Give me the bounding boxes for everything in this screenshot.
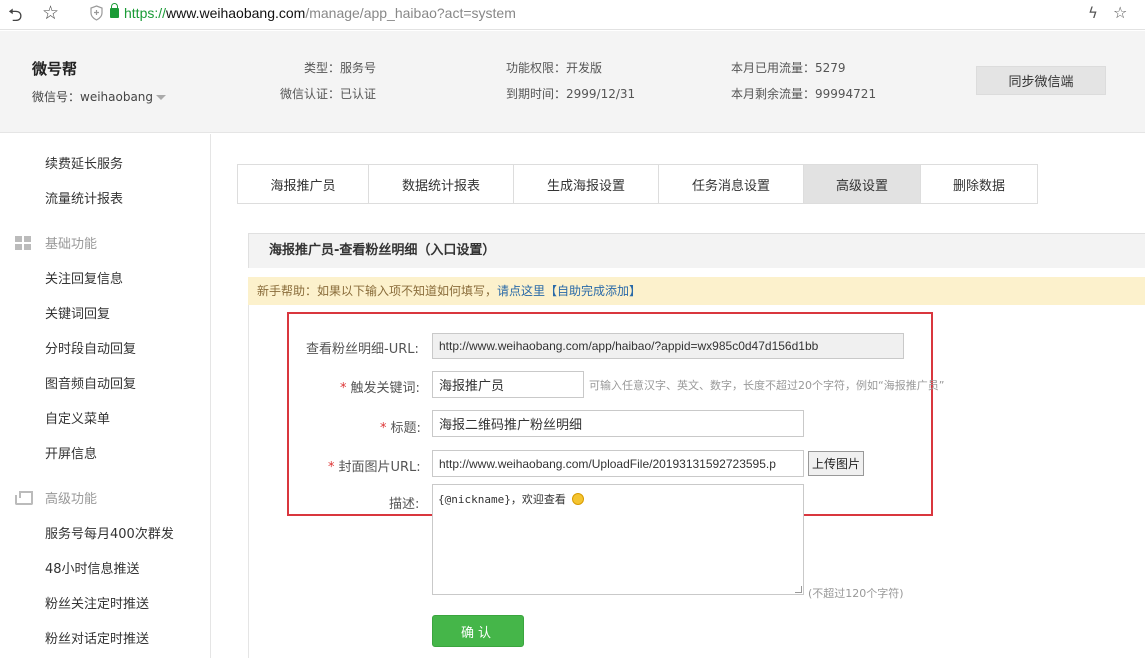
help-bar: 新手帮助：如果以下输入项不知道如何填写，请点这里【自助完成添加】 xyxy=(248,277,1145,305)
help-link[interactable]: 请点这里【自助完成添加】 xyxy=(497,284,641,298)
smiley-emoji-icon xyxy=(572,493,585,505)
favorite-star-icon[interactable]: ☆ xyxy=(42,2,59,24)
tab-task-message[interactable]: 任务消息设置 xyxy=(659,165,804,203)
fan-detail-url-field[interactable]: http://www.weihaobang.com/app/haibao/?ap… xyxy=(432,333,904,359)
panel-border xyxy=(248,305,249,658)
sidebar-item-mass-send[interactable]: 服务号每月400次群发 xyxy=(45,523,174,542)
sidebar-item-48h-push[interactable]: 48小时信息推送 xyxy=(45,558,140,577)
keyword-hint: 可输入任意汉字、英文、数字，长度不超过20个字符，例如“海报推广员” xyxy=(589,379,945,392)
sidebar-item-follow-timed-push[interactable]: 粉丝关注定时推送 xyxy=(45,593,149,612)
remaining-traffic: 本月剩余流量：99994721 xyxy=(731,87,877,101)
account-name: 微号帮 xyxy=(32,60,78,78)
sidebar-item-chat-timed-push[interactable]: 粉丝对话定时推送 xyxy=(45,628,149,647)
wechat-id-dropdown[interactable]: 微信号：weihaobang xyxy=(32,88,167,105)
browser-address-bar: ⮌ ☆ https://www.weihaobang.com/manage/ap… xyxy=(0,0,1145,30)
tab-poster-promoter[interactable]: 海报推广员 xyxy=(238,165,369,203)
sidebar-group-basic: 基础功能 xyxy=(15,233,97,252)
tab-delete-data[interactable]: 删除数据 xyxy=(921,165,1037,203)
title-label: * 标题: xyxy=(380,421,421,436)
sidebar-item-splash-info[interactable]: 开屏信息 xyxy=(45,443,97,462)
confirm-button[interactable]: 确认 xyxy=(432,615,524,647)
tab-poster-settings[interactable]: 生成海报设置 xyxy=(514,165,659,203)
sidebar-item-timed-reply[interactable]: 分时段自动回复 xyxy=(45,338,136,357)
resize-grip-icon[interactable] xyxy=(795,586,802,593)
description-hint: (不超过120个字符) xyxy=(808,587,904,600)
secure-lock-icon xyxy=(110,3,119,18)
used-traffic: 本月已用流量：5279 xyxy=(731,61,846,75)
keyword-input[interactable]: 海报推广员 xyxy=(432,371,584,398)
account-verified: 微信认证：已认证 xyxy=(280,87,377,101)
title-input[interactable]: 海报二维码推广粉丝明细 xyxy=(432,410,804,437)
cover-label: * 封面图片URL: xyxy=(328,460,421,475)
sidebar-item-traffic-report[interactable]: 流量统计报表 xyxy=(45,188,123,207)
sidebar-item-renew[interactable]: 续费延长服务 xyxy=(45,153,123,172)
cover-url-input[interactable]: http://www.weihaobang.com/UploadFile/201… xyxy=(432,450,804,477)
lightning-icon[interactable]: ϟ xyxy=(1088,4,1098,22)
bookmark-star-icon[interactable]: ☆ xyxy=(1113,3,1127,22)
tab-bar: 海报推广员 数据统计报表 生成海报设置 任务消息设置 高级设置 删除数据 xyxy=(237,164,1038,204)
sidebar-item-follow-reply[interactable]: 关注回复信息 xyxy=(45,268,123,287)
inbox-tray-icon xyxy=(15,490,33,505)
url-label: 查看粉丝明细-URL: xyxy=(306,342,419,357)
sidebar: 续费延长服务 流量统计报表 基础功能 关注回复信息 关键词回复 分时段自动回复 … xyxy=(0,134,211,658)
sidebar-item-keyword-reply[interactable]: 关键词回复 xyxy=(45,303,110,322)
caret-down-icon xyxy=(156,95,167,100)
shield-icon xyxy=(90,5,103,21)
sidebar-item-custom-menu[interactable]: 自定义菜单 xyxy=(45,408,110,427)
panel-title: 海报推广员-查看粉丝明细（入口设置） xyxy=(248,233,1145,268)
account-header: 微号帮 微信号：weihaobang 类型：服务号 微信认证：已认证 功能权限：… xyxy=(0,31,1145,133)
grid-icon xyxy=(15,235,33,250)
account-type: 类型：服务号 xyxy=(304,61,377,75)
tab-data-report[interactable]: 数据统计报表 xyxy=(369,165,514,203)
description-textarea[interactable]: {@nickname}，欢迎查看 xyxy=(432,484,804,595)
sync-wechat-button[interactable]: 同步微信端 xyxy=(976,66,1106,95)
sidebar-item-media-reply[interactable]: 图音频自动回复 xyxy=(45,373,136,392)
sidebar-group-advanced: 高级功能 xyxy=(15,488,97,507)
keyword-label: * 触发关键词: xyxy=(340,381,420,396)
account-expiry: 到期时间：2999/12/31 xyxy=(506,87,636,101)
description-label: 描述: xyxy=(389,497,420,512)
tab-advanced-settings[interactable]: 高级设置 xyxy=(804,165,921,203)
undo-back-icon[interactable]: ⮌ xyxy=(8,3,22,33)
url-field[interactable]: https://www.weihaobang.com/manage/app_ha… xyxy=(124,5,516,21)
upload-image-button[interactable]: 上传图片 xyxy=(808,451,864,476)
account-permission: 功能权限：开发版 xyxy=(506,61,603,75)
